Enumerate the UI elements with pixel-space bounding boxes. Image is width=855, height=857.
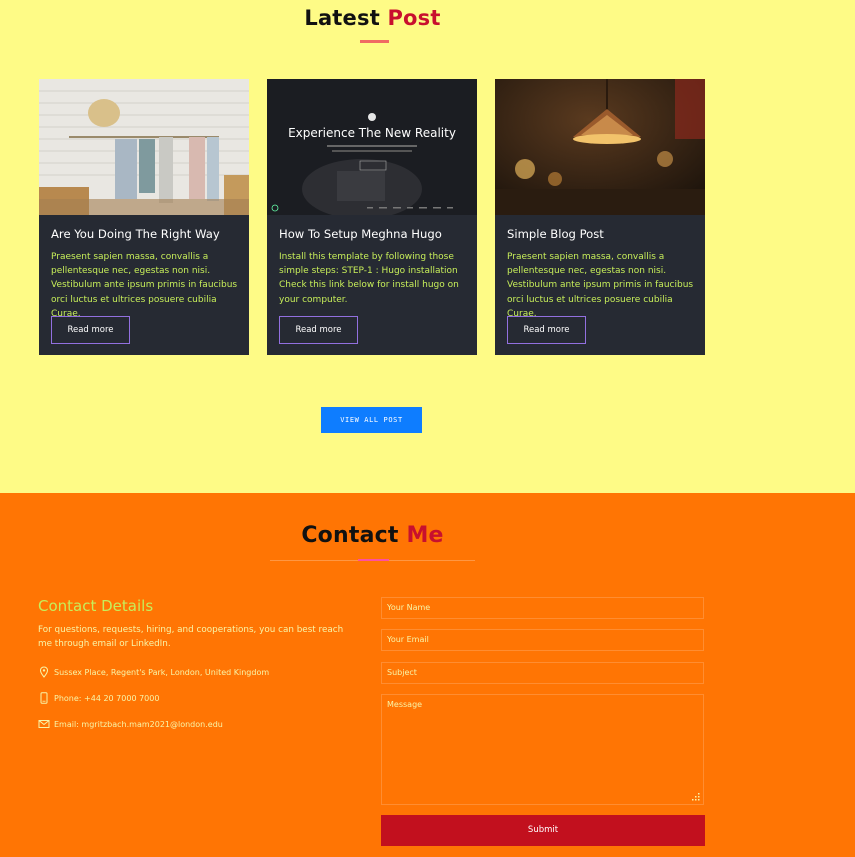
contact-details-text: For questions, requests, hiring, and coo…: [38, 625, 344, 649]
email-text[interactable]: Email: mgritzbach.mam2021@london.edu: [54, 720, 223, 729]
address-text: Sussex Place, Regent's Park, London, Uni…: [54, 667, 270, 677]
post-card: Are You Doing The Right Way Praesent sap…: [39, 79, 249, 355]
contact-title: Contact Me: [301, 523, 444, 548]
post-excerpt: Praesent sapien massa, convallis a pelle…: [507, 252, 694, 319]
message-textarea[interactable]: Message: [381, 694, 704, 805]
read-more-button[interactable]: Read more: [279, 316, 358, 344]
post-card: Experience The New Reality How To Setup …: [267, 79, 477, 355]
post-excerpt: Praesent sapien massa, convallis a pelle…: [51, 252, 238, 319]
post-card: Simple Blog Post Praesent sapien massa, …: [495, 79, 705, 355]
address-item: Sussex Place, Regent's Park, London, Uni…: [38, 666, 269, 678]
phone-icon: [38, 692, 50, 704]
read-more-button[interactable]: Read more: [51, 316, 130, 344]
phone-item: Phone: +44 20 7000 7000: [38, 692, 159, 704]
submit-button[interactable]: Submit: [381, 815, 705, 846]
view-all-post-button[interactable]: VIEW ALL POST: [321, 407, 422, 433]
map-pin-icon: [38, 666, 50, 678]
post-title[interactable]: How To Setup Meghna Hugo: [279, 227, 442, 241]
read-more-button[interactable]: Read more: [507, 316, 586, 344]
name-field[interactable]: Your Name: [381, 597, 704, 619]
envelope-icon: [38, 718, 50, 730]
contact-details-heading: Contact Details: [38, 597, 154, 615]
post-image-experience-reality[interactable]: Experience The New Reality: [267, 79, 477, 215]
image-heading: Experience The New Reality: [288, 126, 456, 140]
email-field[interactable]: Your Email: [381, 629, 704, 651]
resize-grip-icon[interactable]: [692, 793, 700, 801]
email-item: Email: mgritzbach.mam2021@london.edu: [38, 718, 223, 730]
phone-text: Phone: +44 20 7000 7000: [54, 693, 160, 703]
post-title[interactable]: Are You Doing The Right Way: [51, 227, 220, 241]
post-excerpt: Install this template by following those…: [279, 252, 459, 305]
latest-post-title: Latest Post: [304, 6, 441, 30]
post-title[interactable]: Simple Blog Post: [507, 227, 604, 241]
subject-field[interactable]: Subject: [381, 662, 704, 684]
latest-post-section: Latest Post Are You Doing The Right Way …: [0, 0, 855, 493]
message-placeholder: Message: [387, 700, 423, 709]
title-underline: [358, 559, 389, 561]
post-image-lamp-cafe[interactable]: [495, 79, 705, 215]
title-underline: [360, 40, 389, 43]
post-image-clothing-rack[interactable]: [39, 79, 249, 215]
